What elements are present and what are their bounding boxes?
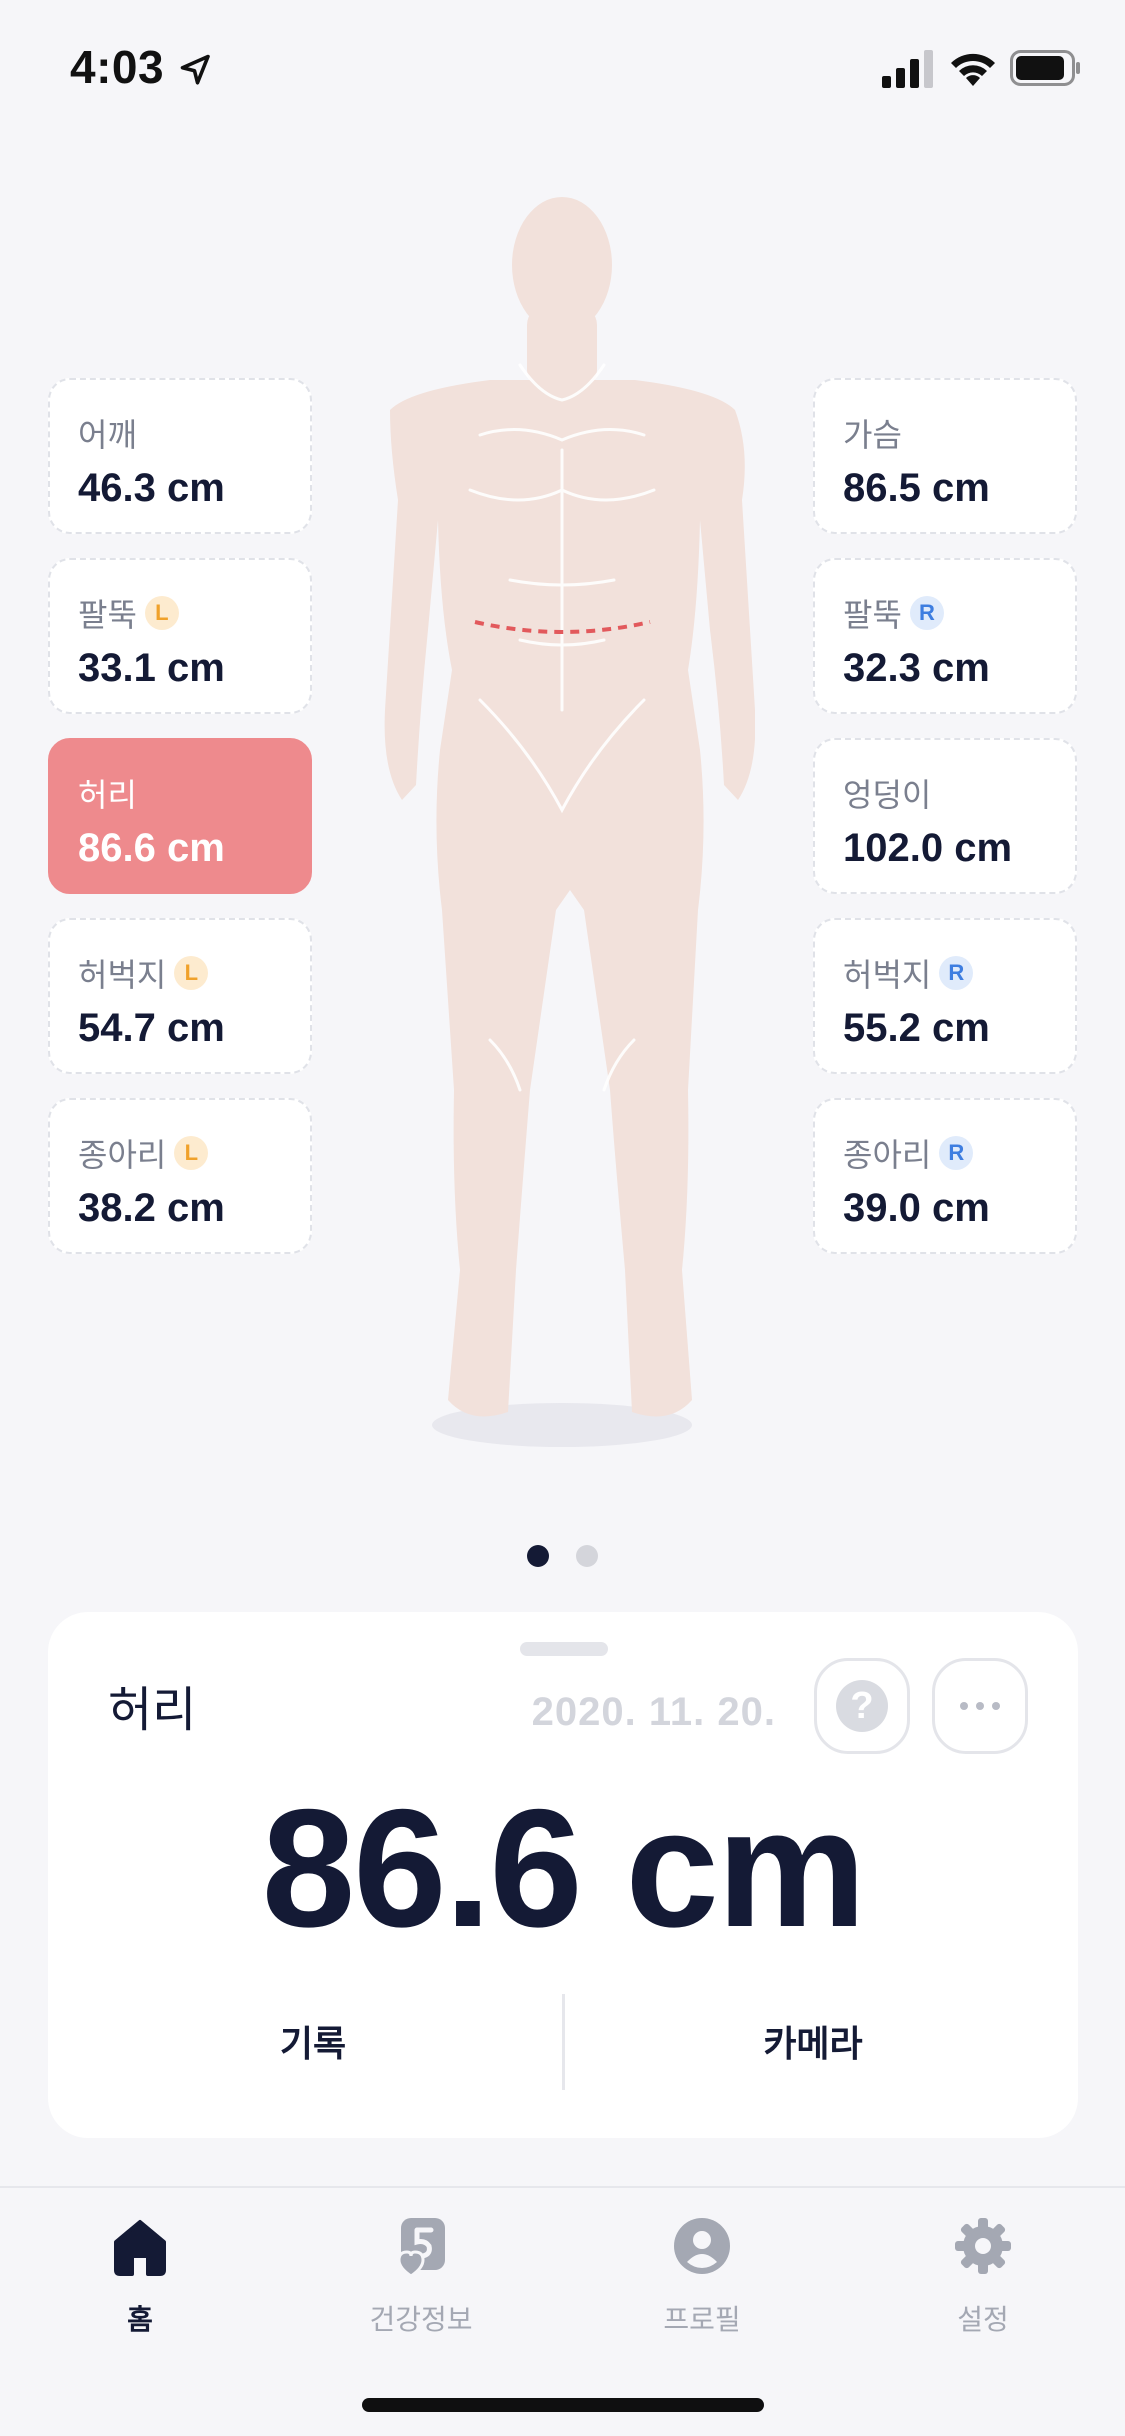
measurement-label: 엉덩이 [843, 777, 932, 813]
profile-icon [674, 2218, 730, 2274]
measurement-card-chest[interactable]: 가슴 86.5 cm [813, 378, 1077, 534]
measurement-card-thigh-right[interactable]: 허벅지 R 55.2 cm [813, 918, 1077, 1074]
help-button[interactable]: ? [814, 1658, 910, 1754]
side-badge-right: R [939, 956, 974, 990]
measurement-label: 허벅지 L [78, 950, 209, 996]
measurement-value: 86.5 cm [843, 466, 990, 510]
home-icon [114, 2220, 166, 2276]
side-badge-left: L [174, 1136, 209, 1170]
measurement-value: 39.0 cm [843, 1186, 990, 1230]
sheet-grabber[interactable] [520, 1642, 608, 1656]
measurement-card-hip[interactable]: 엉덩이 102.0 cm [813, 738, 1077, 894]
detail-date: 2020. 11. 20. [531, 1690, 776, 1734]
measurement-card-calf-left[interactable]: 종아리 L 38.2 cm [48, 1098, 312, 1254]
tab-settings[interactable]: 설정 [883, 2214, 1083, 2364]
measurement-card-arm-left[interactable]: 팔뚝 L 33.1 cm [48, 558, 312, 714]
page-dot-active[interactable] [527, 1545, 549, 1567]
measurement-value: 102.0 cm [843, 826, 1013, 870]
location-arrow-icon [180, 54, 210, 85]
tab-health-info[interactable]: 건강정보 [321, 2214, 521, 2364]
measurement-value: 86.6 cm [78, 826, 225, 870]
status-bar: 4:03 [0, 0, 1125, 140]
measurement-label: 종아리 L [78, 1130, 209, 1176]
side-badge-left: L [174, 956, 209, 990]
measurement-value: 54.7 cm [78, 1006, 225, 1050]
detail-title: 허리 [108, 1684, 197, 1737]
detail-sheet: 허리 2020. 11. 20. ? 86.6 cm 기록 카메라 [48, 1612, 1078, 2138]
measurement-value: 46.3 cm [78, 466, 225, 510]
measurement-label: 팔뚝 L [78, 590, 179, 636]
battery-icon [1010, 50, 1080, 86]
measurement-label: 어깨 [78, 417, 137, 453]
measurement-card-waist[interactable]: 허리 86.6 cm [48, 738, 312, 894]
more-dots-icon [960, 1702, 1000, 1710]
tab-label: 프로필 [663, 2304, 741, 2335]
measurement-card-calf-right[interactable]: 종아리 R 39.0 cm [813, 1098, 1077, 1254]
measurement-value: 38.2 cm [78, 1186, 225, 1230]
action-divider [562, 1994, 565, 2090]
measurement-card-shoulder[interactable]: 어깨 46.3 cm [48, 378, 312, 534]
tab-label: 홈 [127, 2304, 153, 2335]
question-icon: ? [836, 1680, 888, 1732]
measurement-card-arm-right[interactable]: 팔뚝 R 32.3 cm [813, 558, 1077, 714]
health-info-icon [397, 2218, 445, 2278]
side-badge-right: R [939, 1136, 974, 1170]
wifi-icon [951, 53, 995, 86]
side-badge-right: R [909, 596, 944, 630]
measurement-label: 팔뚝 R [843, 590, 944, 636]
measurement-value: 33.1 cm [78, 646, 225, 690]
measurement-label: 가슴 [843, 417, 902, 453]
page-indicator [0, 1545, 1125, 1567]
measurement-label: 종아리 R [843, 1130, 974, 1176]
cellular-signal-icon [882, 50, 933, 88]
measurement-card-thigh-left[interactable]: 허벅지 L 54.7 cm [48, 918, 312, 1074]
more-button[interactable] [932, 1658, 1028, 1754]
tab-profile[interactable]: 프로필 [602, 2214, 802, 2364]
tab-label: 건강정보 [369, 2304, 473, 2335]
camera-button[interactable]: 카메라 [578, 2012, 1048, 2076]
tab-home[interactable]: 홈 [40, 2214, 240, 2364]
page-dot[interactable] [576, 1545, 598, 1567]
home-indicator [362, 2398, 764, 2412]
measurement-label: 허벅지 R [843, 950, 974, 996]
measurement-value: 55.2 cm [843, 1006, 990, 1050]
measurement-value: 32.3 cm [843, 646, 990, 690]
record-button[interactable]: 기록 [78, 2012, 548, 2076]
status-time: 4:03 [70, 41, 165, 93]
side-badge-left: L [144, 596, 179, 630]
gear-icon [955, 2218, 1011, 2274]
body-figure-illustration [384, 197, 755, 1447]
measurement-label: 허리 [78, 777, 137, 813]
tab-label: 설정 [957, 2304, 1009, 2335]
detail-value: 86.6 cm [261, 1774, 866, 1962]
